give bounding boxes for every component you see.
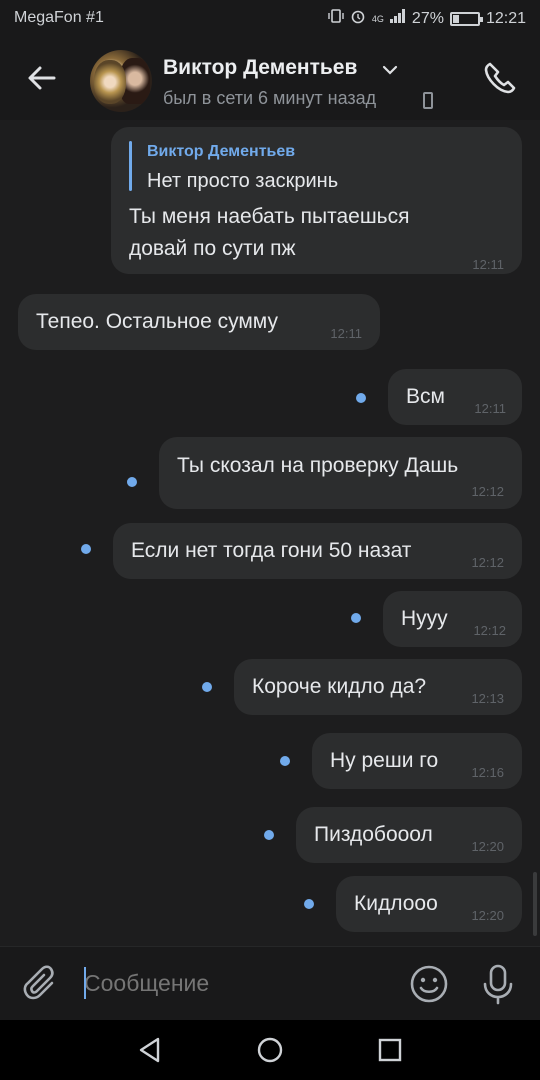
message-bubble[interactable]: Кидлооо 12:20 [336,876,522,932]
contact-name[interactable]: Виктор Дементьев [163,56,357,80]
message-text: Ну реши го [330,749,439,772]
status-bar: MegaFon #1 4G 27% 12:21 [0,0,540,36]
unread-dot [202,682,212,692]
back-button[interactable] [22,58,62,98]
reply-author[interactable]: Виктор Дементьев [147,143,295,161]
message-time: 12:12 [473,623,506,638]
carrier-name: MegaFon #1 [14,9,104,26]
unread-dot [351,613,361,623]
triangle-back-icon [139,1037,160,1063]
attach-button[interactable] [22,965,62,1005]
text-caret [84,967,86,999]
message-text: Ты скозал на проверку Дашь [177,454,459,477]
nav-recent-button[interactable] [378,1038,402,1062]
message-text: Кидлооо [354,892,438,915]
unread-dot [304,899,314,909]
chevron-down-icon[interactable] [382,63,398,81]
message-bubble[interactable]: Виктор Дементьев Нет просто заскринь Ты … [111,127,522,274]
phone-icon [484,62,516,94]
message-bubble[interactable]: Короче кидло да? 12:13 [234,659,522,715]
battery-percent: 27% [411,9,444,27]
smile-icon [410,965,448,1003]
message-text: довай по сути пж [129,237,296,260]
signal-icon [389,9,406,28]
message-time: 12:11 [474,401,506,416]
unread-dot [280,756,290,766]
system-nav-bar [0,1020,540,1080]
microphone-icon [483,964,513,1005]
message-time: 12:11 [472,257,504,272]
scrollbar[interactable] [533,872,537,936]
message-time: 12:20 [471,839,504,854]
message-text: Короче кидло да? [252,675,427,698]
square-recents-icon [378,1038,402,1062]
message-bubble[interactable]: Всм 12:11 [388,369,522,425]
chat-header: Виктор Дементьев был в сети 6 минут наза… [0,36,540,120]
message-bubble[interactable]: Ну реши го 12:16 [312,733,522,789]
message-time: 12:13 [471,691,504,706]
unread-dot [264,830,274,840]
message-list[interactable]: Виктор Дементьев Нет просто заскринь Ты … [0,120,540,946]
unread-dot [127,477,137,487]
mobile-device-icon [423,92,433,109]
message-text: Если нет тогда гони 50 назат [131,539,412,562]
message-composer [0,946,540,1020]
message-bubble[interactable]: Если нет тогда гони 50 назат 12:12 [113,523,522,579]
emoji-button[interactable] [408,963,450,1005]
message-text: Тепео. Остальное сумму [36,310,278,333]
message-time: 12:20 [471,908,504,923]
message-bubble[interactable]: Пиздобооол 12:20 [296,807,522,863]
message-time: 12:11 [330,326,362,341]
message-bubble[interactable]: Ты скозал на проверку Дашь 12:12 [159,437,522,509]
nav-back-button[interactable] [136,1036,164,1064]
vibrate-icon [328,8,344,29]
voice-message-button[interactable] [478,963,518,1005]
nav-home-button[interactable] [256,1036,284,1064]
message-text: Ты меня наебать пытаешься [129,205,410,228]
unread-dot [81,544,91,554]
message-text: Пиздобооол [314,823,433,846]
arrow-left-icon [28,66,56,90]
network-type-label: 4G [371,13,384,24]
paperclip-icon [23,965,54,1000]
unread-dot [356,393,366,403]
message-time: 12:12 [471,555,504,570]
message-input[interactable] [84,963,384,1003]
avatar[interactable] [90,50,152,112]
message-text: Всм [406,385,445,408]
last-seen-status: был в сети 6 минут назад [163,88,377,108]
reply-quote-bar [129,141,132,191]
alarm-icon [350,8,366,29]
message-text: Нууу [401,607,448,630]
message-time: 12:12 [471,484,504,499]
message-bubble[interactable]: Нууу 12:12 [383,591,522,647]
reply-text: Нет просто заскринь [147,170,339,192]
battery-icon [449,11,483,26]
clock: 12:21 [485,9,526,27]
circle-home-icon [257,1037,283,1063]
message-time: 12:16 [471,765,504,780]
call-button[interactable] [480,58,520,98]
message-bubble[interactable]: Тепео. Остальное сумму 12:11 [18,294,380,350]
